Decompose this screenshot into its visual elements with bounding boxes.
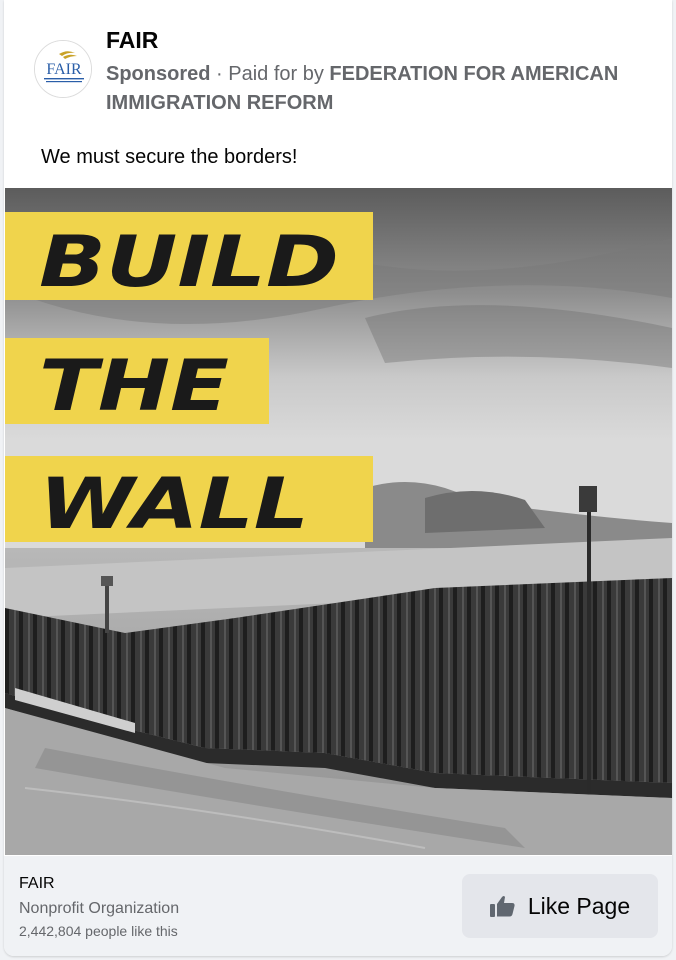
meta-separator: · [216, 63, 223, 85]
headline-line-2: THE [39, 345, 229, 427]
footer-category: Nonprofit Organization [19, 900, 180, 917]
sponsored-label[interactable]: Sponsored [106, 63, 210, 85]
fair-logo-icon: FAIR [35, 41, 91, 97]
ad-footer: FAIR Nonprofit Organization 2,442,804 pe… [4, 856, 672, 956]
post-text: We must secure the borders! [41, 146, 298, 168]
page-avatar[interactable]: FAIR [34, 40, 92, 98]
footer-likes-count: 2,442,804 people like this [19, 923, 178, 939]
footer-page-name[interactable]: FAIR [19, 875, 55, 893]
post-header: FAIR FAIR Sponsored · Paid for by FEDERA… [4, 0, 672, 130]
ad-image[interactable]: BUILD THE WALL [5, 188, 672, 855]
paid-for-label: Paid for by [228, 63, 324, 85]
thumbs-up-icon [489, 896, 515, 917]
like-page-button[interactable]: Like Page [462, 874, 658, 938]
avatar-logo-text: FAIR [46, 61, 82, 78]
like-page-label: Like Page [527, 892, 631, 919]
headline-line-3: WALL [39, 463, 309, 545]
page-name[interactable]: FAIR [106, 27, 158, 54]
headline-line-1: BUILD [39, 221, 339, 303]
sponsored-post-card: FAIR FAIR Sponsored · Paid for by FEDERA… [4, 0, 672, 956]
sponsored-meta: Sponsored · Paid for by FEDERATION FOR A… [106, 60, 646, 118]
